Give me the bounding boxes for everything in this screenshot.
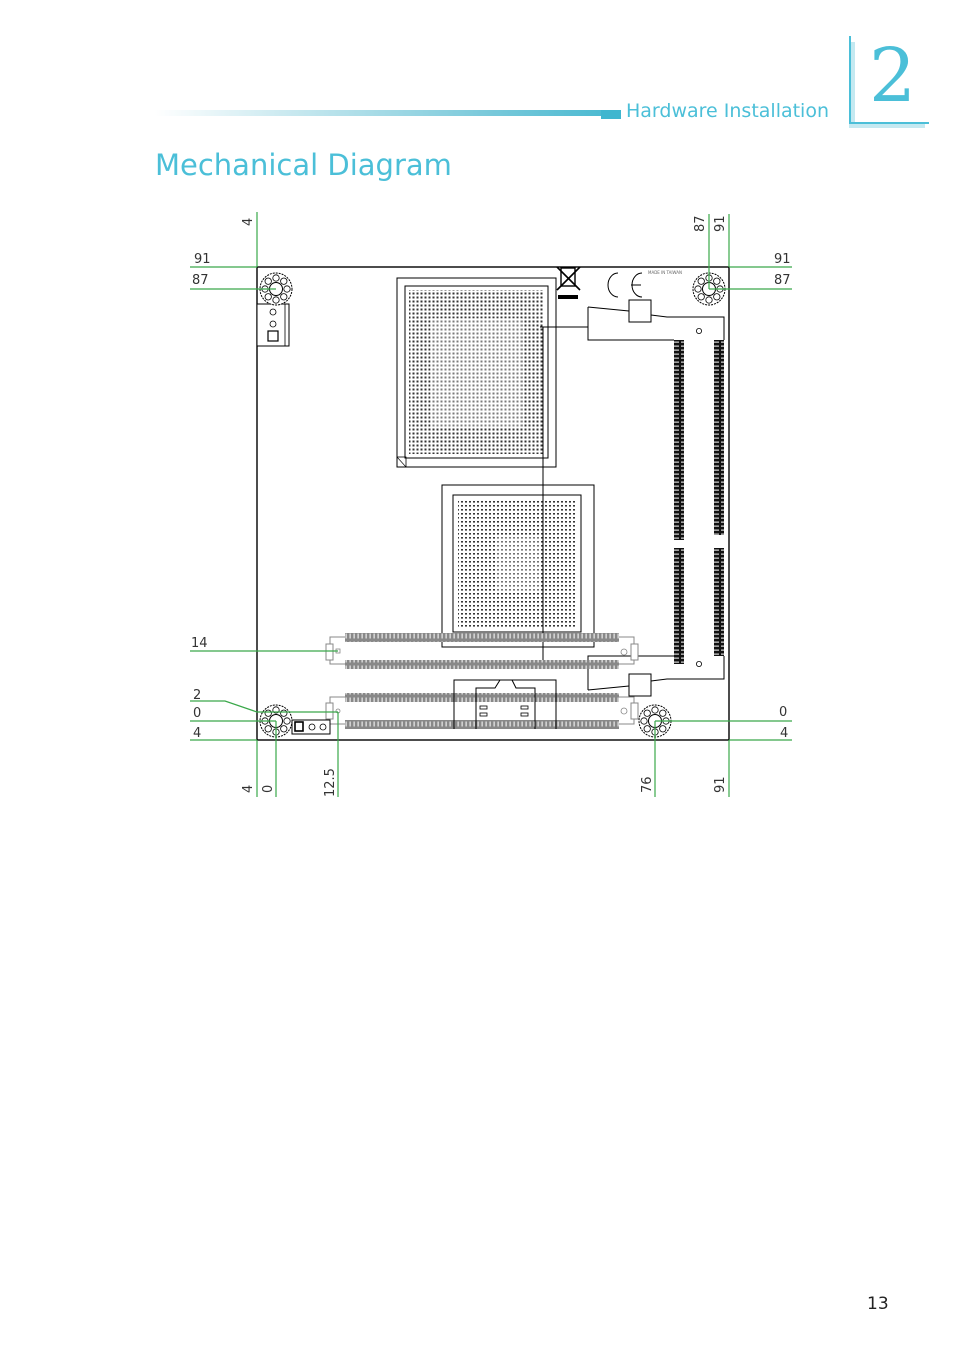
dimension-label-right: 91 [774, 252, 791, 267]
ce-mark-icon [607, 272, 643, 298]
mechanical-diagram: MADE IN TAIWAN 4 87 919187142049187044 0… [190, 212, 792, 797]
page-number: 13 [867, 1294, 889, 1314]
vertical-connector-left [674, 340, 684, 664]
chipset-bga-chip [441, 484, 595, 648]
dimension-label-left: 4 [193, 726, 201, 741]
sodimm-slot-lower [325, 693, 639, 729]
dimension-label-left: 0 [193, 706, 201, 721]
weee-icon [556, 266, 581, 299]
dimension-label-right: 87 [774, 273, 791, 288]
dimension-label-left: 91 [194, 252, 211, 267]
dimension-label-bottom: 0 [261, 785, 276, 793]
dimension-label-left: 2 [193, 688, 201, 703]
sodimm-slot-upper [325, 633, 639, 669]
dimension-label-right: 4 [780, 726, 788, 741]
power-connector [256, 303, 290, 347]
dimension-label-top: 87 [693, 215, 708, 232]
dimension-label-right: 0 [779, 705, 787, 720]
made-in-taiwan-marking: MADE IN TAIWAN [648, 270, 682, 275]
dimension-label-bottom: 91 [713, 776, 728, 793]
cpu-bga-chip [396, 277, 557, 468]
dimension-label-top: 4 [241, 218, 256, 226]
jumper-header [291, 719, 331, 735]
dimension-label-bottom: 4 [241, 785, 256, 793]
dimension-label-left: 87 [192, 273, 209, 288]
dimension-label-bottom: 12.5 [323, 768, 338, 797]
dimension-label-left: 14 [191, 636, 208, 651]
dimension-label-bottom: 76 [640, 776, 655, 793]
dimension-label-top: 91 [713, 215, 728, 232]
vertical-connector-right [714, 340, 724, 656]
